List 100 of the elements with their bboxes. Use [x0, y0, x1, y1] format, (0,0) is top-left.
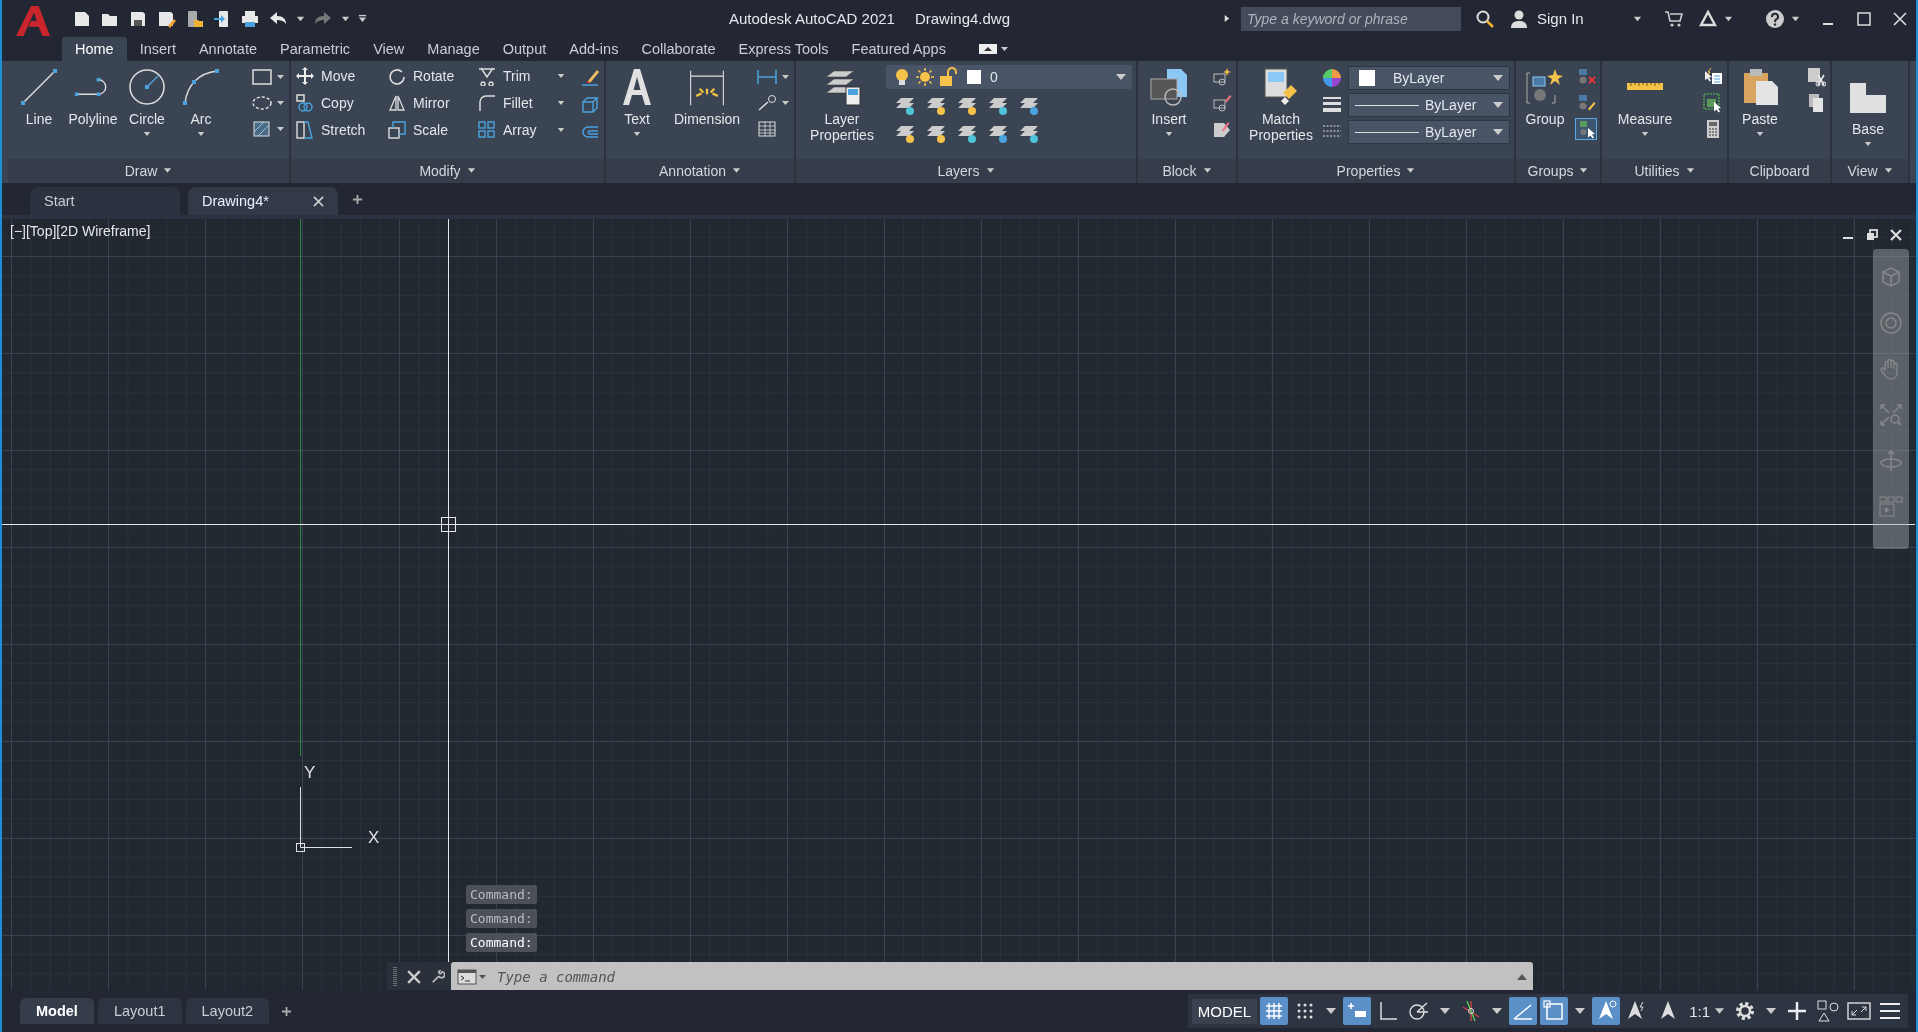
ribbon-tab[interactable]: Parametric	[270, 37, 361, 61]
insert-button[interactable]: Insert	[1144, 65, 1194, 137]
close-icon[interactable]	[1890, 229, 1902, 241]
caret-icon[interactable]	[1575, 1008, 1586, 1014]
ellipse-icon[interactable]	[251, 93, 285, 113]
customize-icon[interactable]	[358, 14, 367, 23]
caret-icon[interactable]	[1724, 14, 1733, 23]
attribute-tag-icon[interactable]	[1212, 119, 1232, 139]
group-selection-icon[interactable]	[1576, 119, 1596, 139]
wrench-icon[interactable]	[431, 970, 445, 984]
panel-title-button[interactable]: Layers	[796, 159, 1136, 183]
group-edit-icon[interactable]	[1576, 93, 1596, 113]
paste-button[interactable]: Paste	[1735, 65, 1785, 137]
caret-icon[interactable]	[1440, 1008, 1451, 1014]
ribbon-tab[interactable]: View	[363, 37, 415, 61]
search-field[interactable]: Type a keyword or phrase	[1241, 6, 1461, 31]
rectangle-icon[interactable]	[251, 67, 285, 87]
copy-button[interactable]: Copy	[295, 92, 385, 114]
erase-icon[interactable]	[580, 67, 600, 87]
document-tab[interactable]: Start	[30, 187, 180, 215]
panel-title-button[interactable]: Utilities	[1602, 159, 1727, 183]
layout-tab[interactable]: Layout1	[97, 998, 182, 1024]
new-tab-icon[interactable]	[352, 193, 363, 205]
osnap-toggle[interactable]	[1540, 997, 1569, 1025]
layout-tab[interactable]: Model	[20, 998, 94, 1024]
linetype-dropdown[interactable]: ByLayer	[1348, 120, 1510, 144]
color-dropdown[interactable]: ByLayer	[1348, 66, 1510, 90]
help-icon[interactable]	[1765, 8, 1785, 29]
arc-button[interactable]: Arc	[176, 65, 226, 137]
lineweight-dropdown[interactable]: ByLayer	[1348, 93, 1510, 117]
add-layout-icon[interactable]	[281, 1005, 293, 1017]
console-icon[interactable]	[457, 969, 487, 985]
annotation-visibility-toggle[interactable]	[1592, 997, 1621, 1025]
layer-properties-button[interactable]: Layer Properties	[802, 65, 882, 143]
search-icon[interactable]	[1475, 8, 1495, 29]
caret-icon[interactable]	[1791, 14, 1800, 23]
command-field[interactable]: Type a command	[451, 962, 1533, 990]
panel-title-button[interactable]: Annotation	[606, 159, 794, 183]
cube-icon[interactable]	[580, 95, 600, 115]
panel-title-button[interactable]: Clipboard	[1729, 159, 1830, 183]
create-block-icon[interactable]	[1212, 67, 1232, 87]
user-icon[interactable]	[1509, 8, 1529, 29]
app-logo-icon[interactable]	[14, 3, 52, 38]
expand-history-icon[interactable]	[1517, 974, 1527, 980]
ribbon-tab[interactable]: Manage	[417, 37, 490, 61]
mirror-button[interactable]: Mirror	[387, 92, 475, 114]
drag-handle-icon[interactable]	[393, 967, 397, 987]
panel-title-button[interactable]: Draw	[8, 159, 289, 183]
rotate-button[interactable]: Rotate	[387, 65, 475, 87]
caret-icon[interactable]	[296, 14, 305, 23]
base-button[interactable]: Base	[1838, 65, 1898, 147]
scale-button[interactable]: Scale	[387, 119, 475, 141]
line-button[interactable]: Line	[14, 65, 64, 127]
group-button[interactable]: Group	[1522, 65, 1568, 127]
viewport-control[interactable]: [2D Wireframe]	[56, 223, 151, 239]
ribbon-tab[interactable]: Collaborate	[631, 37, 726, 61]
circle-button[interactable]: Circle	[122, 65, 172, 137]
panel-title-button[interactable]: Groups	[1516, 159, 1600, 183]
fillet-button[interactable]: Fillet	[477, 92, 569, 114]
isolate-objects-icon[interactable]	[1814, 997, 1842, 1025]
lineweight-icon[interactable]	[1322, 95, 1342, 115]
caret-icon[interactable]	[1766, 1008, 1776, 1014]
hatch-icon[interactable]	[251, 119, 285, 139]
caret-icon[interactable]	[1326, 1008, 1337, 1014]
sign-in-button[interactable]: Sign In	[1537, 10, 1609, 27]
quick-select-icon[interactable]	[1703, 67, 1723, 87]
polyline-button[interactable]: Polyline	[68, 65, 118, 127]
document-tab[interactable]: Drawing4*	[188, 187, 338, 215]
text-button[interactable]: Text	[612, 65, 662, 137]
print-icon[interactable]	[240, 8, 260, 29]
restore-icon[interactable]	[1866, 229, 1878, 241]
command-input[interactable]: Type a command	[495, 968, 1509, 986]
linear-dimension-icon[interactable]	[756, 67, 790, 87]
ribbon-tab[interactable]: Express Tools	[728, 37, 839, 61]
ribbon-tab[interactable]: Insert	[129, 37, 186, 61]
stretch-button[interactable]: Stretch	[295, 119, 385, 141]
panel-title-button[interactable]: Modify	[291, 159, 604, 183]
match-properties-button[interactable]: Match Properties	[1244, 65, 1318, 143]
ribbon-tab[interactable]: Add-ins	[559, 37, 629, 61]
ribbon-tab[interactable]: Home	[62, 37, 127, 61]
edit-block-icon[interactable]	[1212, 93, 1232, 113]
move-button[interactable]: Move	[295, 65, 385, 87]
close-icon[interactable]	[1892, 10, 1908, 27]
panel-title-button[interactable]: Properties	[1238, 159, 1514, 183]
panel-title-button[interactable]: Block	[1138, 159, 1236, 183]
copy-pages-icon[interactable]	[1806, 93, 1826, 113]
close-icon[interactable]	[313, 195, 324, 207]
ribbon-tab[interactable]: Output	[492, 37, 557, 61]
dimension-button[interactable]: Dimension	[666, 65, 748, 127]
array-button[interactable]: Array	[477, 119, 569, 141]
caret-icon[interactable]	[341, 14, 350, 23]
measure-button[interactable]: Measure	[1608, 65, 1682, 137]
model-space-button[interactable]: MODEL	[1191, 998, 1258, 1024]
ribbon-minimize-icon[interactable]	[978, 43, 1009, 55]
panel-title-button[interactable]: View	[1832, 159, 1908, 183]
ribbon-tab[interactable]: Annotate	[188, 37, 267, 61]
caret-icon[interactable]	[1633, 14, 1642, 23]
close-icon[interactable]	[407, 970, 421, 984]
select-all-icon[interactable]	[1703, 93, 1723, 113]
caret-icon[interactable]	[1492, 1008, 1503, 1014]
